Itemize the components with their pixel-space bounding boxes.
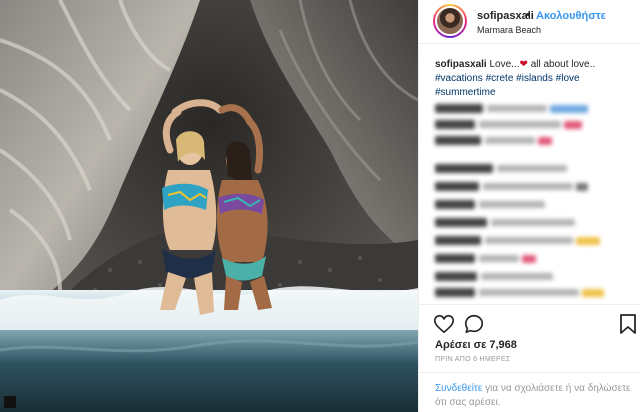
blurred-comment: [435, 178, 631, 192]
post-timestamp: ΠΡΙΝ ΑΠΟ 6 ΗΜΕΡΕΣ: [435, 356, 511, 363]
blurred-comment: [435, 100, 631, 114]
media-badge-icon: [4, 396, 16, 408]
hashtag-islands[interactable]: #islands: [516, 73, 553, 84]
blurred-comment: [435, 132, 631, 146]
heart-outline-icon[interactable]: [433, 313, 455, 335]
blurred-comment: [435, 116, 631, 130]
blurred-comment: [435, 160, 631, 174]
bookmark-icon[interactable]: [619, 313, 637, 335]
post-caption: sofipasxali Love...❤ all about love.. #v…: [435, 58, 631, 100]
blurred-comment: [435, 284, 631, 298]
post-photo[interactable]: [0, 0, 418, 412]
hashtag-love[interactable]: #love: [556, 73, 580, 84]
login-prompt: Συνδεθείτε για να σχολιάσετε ή να δηλώσε…: [435, 382, 635, 410]
post-side-panel: sofipasxali • Ακολουθήστε Marmara Beach …: [418, 0, 640, 412]
blurred-comment: [435, 196, 631, 210]
blurred-comment: [435, 214, 631, 228]
avatar-image: [435, 6, 465, 36]
login-link[interactable]: Συνδεθείτε: [435, 383, 482, 394]
header-separator: •: [526, 9, 530, 21]
post-header: sofipasxali • Ακολουθήστε Marmara Beach: [419, 0, 640, 44]
heart-emoji: ❤: [519, 59, 528, 70]
follow-button[interactable]: Ακολουθήστε: [536, 10, 606, 22]
caption-text-end: all about love..: [530, 59, 596, 70]
likes-count[interactable]: Αρέσει σε 7,968: [435, 339, 517, 351]
post-image: [0, 0, 418, 412]
avatar[interactable]: [433, 4, 467, 38]
post-actions: [419, 304, 640, 340]
hashtag-vacations[interactable]: #vacations: [435, 73, 483, 84]
speech-bubble-icon[interactable]: [463, 313, 485, 335]
caption-username[interactable]: sofipasxali: [435, 59, 487, 70]
comment-login-footer: Συνδεθείτε για να σχολιάσετε ή να δηλώσε…: [419, 372, 640, 412]
location-link[interactable]: Marmara Beach: [477, 25, 541, 35]
blurred-comment: [435, 250, 631, 264]
blurred-comment: [435, 232, 631, 246]
blurred-comment: [435, 268, 631, 282]
hashtag-crete[interactable]: #crete: [486, 73, 514, 84]
caption-text-start: Love...: [489, 59, 520, 70]
hashtag-summertime[interactable]: #summertime: [435, 87, 496, 98]
